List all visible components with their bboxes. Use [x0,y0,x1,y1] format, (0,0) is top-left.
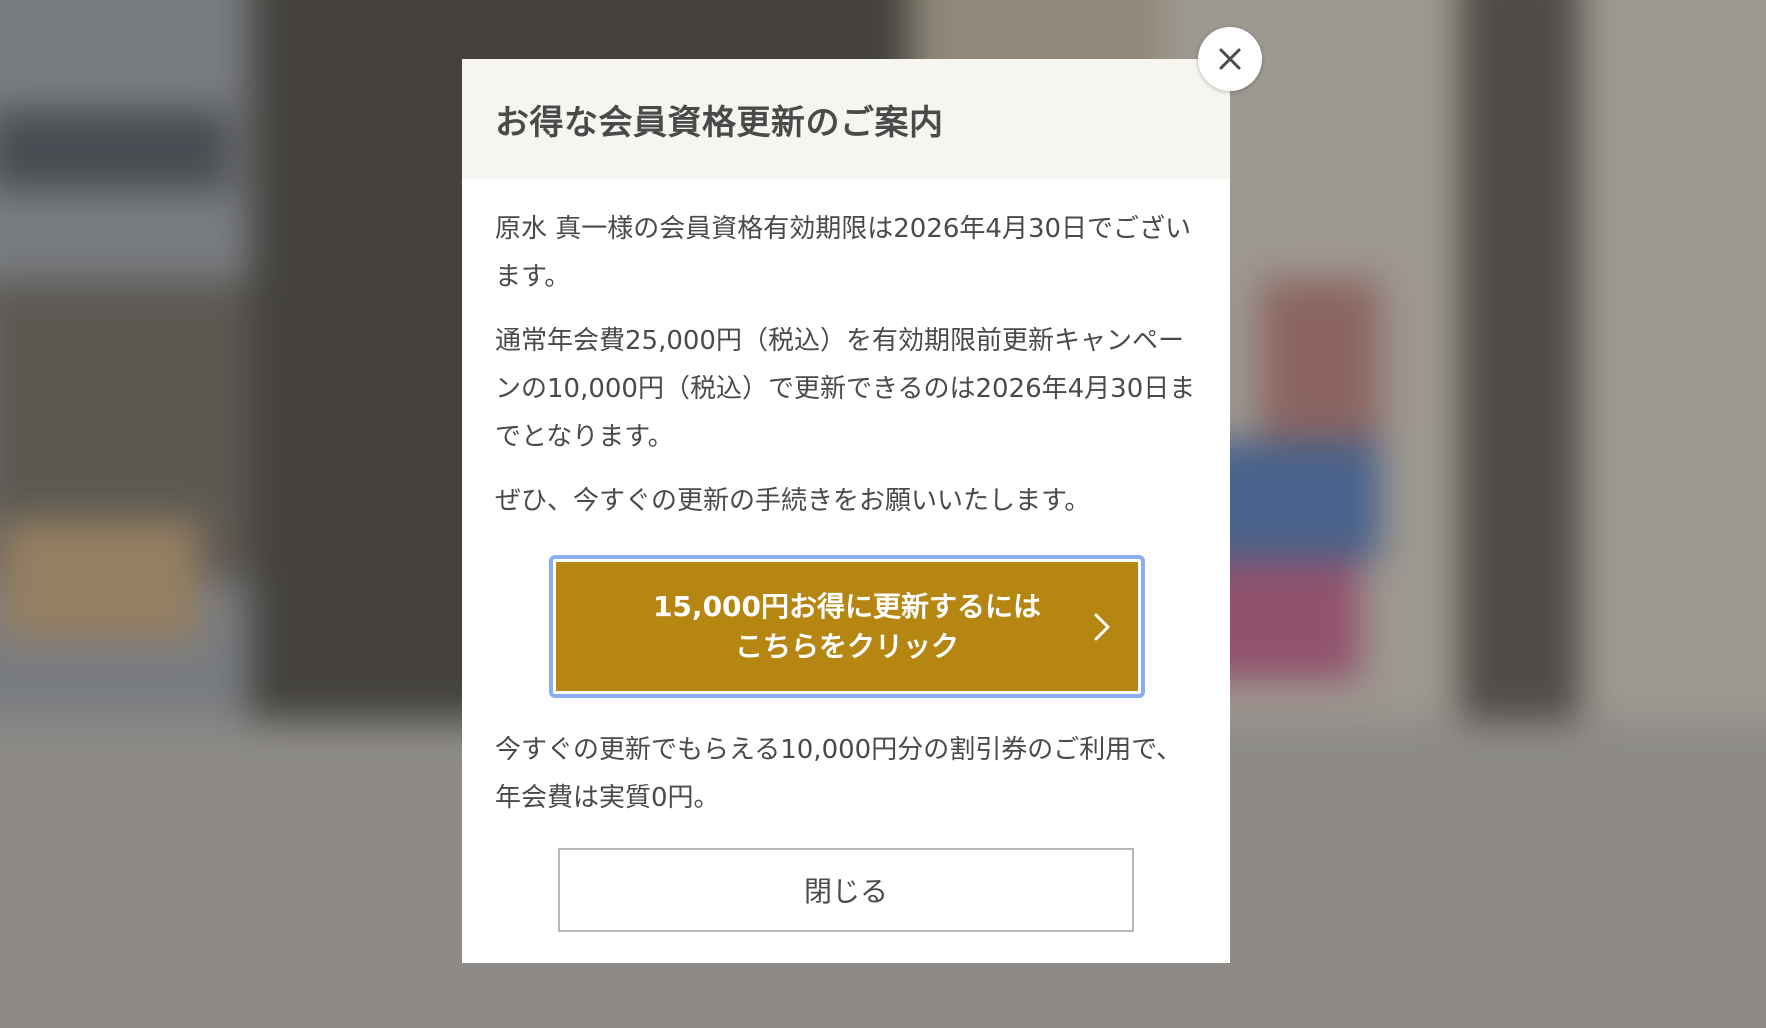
expiry-notice-text: 原水 真一様の会員資格有効期限は2026年4月30日でございます。 [495,214,1192,292]
modal-body: 原水 真一様の会員資格有効期限は2026年4月30日でございます。 通常年会費2… [462,179,1230,932]
chevron-right-icon [1094,613,1110,640]
renew-cta-button[interactable]: 15,000円お得に更新するには こちらをクリック [556,562,1138,691]
cta-focus-ring: 15,000円お得に更新するには こちらをクリック [549,555,1145,698]
request-text: ぜひ、今すぐの更新の手続きをお願いいたします。 [495,486,1091,516]
modal-title: お得な会員資格更新のご案内 [495,102,944,143]
modal-header: お得な会員資格更新のご案内 [462,59,1230,179]
close-button[interactable]: 閉じる [558,848,1134,932]
cta-label-line-2: こちらをクリック [734,629,959,663]
membership-renewal-modal: お得な会員資格更新のご案内 原水 真一様の会員資格有効期限は2026年4月30日… [462,59,1230,963]
discount-coupon-text: 今すぐの更新でもらえる10,000円分の割引券のご利用で、年会費は実質0円。 [495,735,1183,813]
cta-label: 15,000円お得に更新するには こちらをクリック [653,587,1041,667]
modal-close-button[interactable] [1198,27,1262,91]
cta-label-line-1: 15,000円お得に更新するには [652,589,1042,623]
campaign-notice-text: 通常年会費25,000円（税込）を有効期限前更新キャンペーンの10,000円（税… [495,326,1196,452]
close-icon [1219,48,1241,70]
